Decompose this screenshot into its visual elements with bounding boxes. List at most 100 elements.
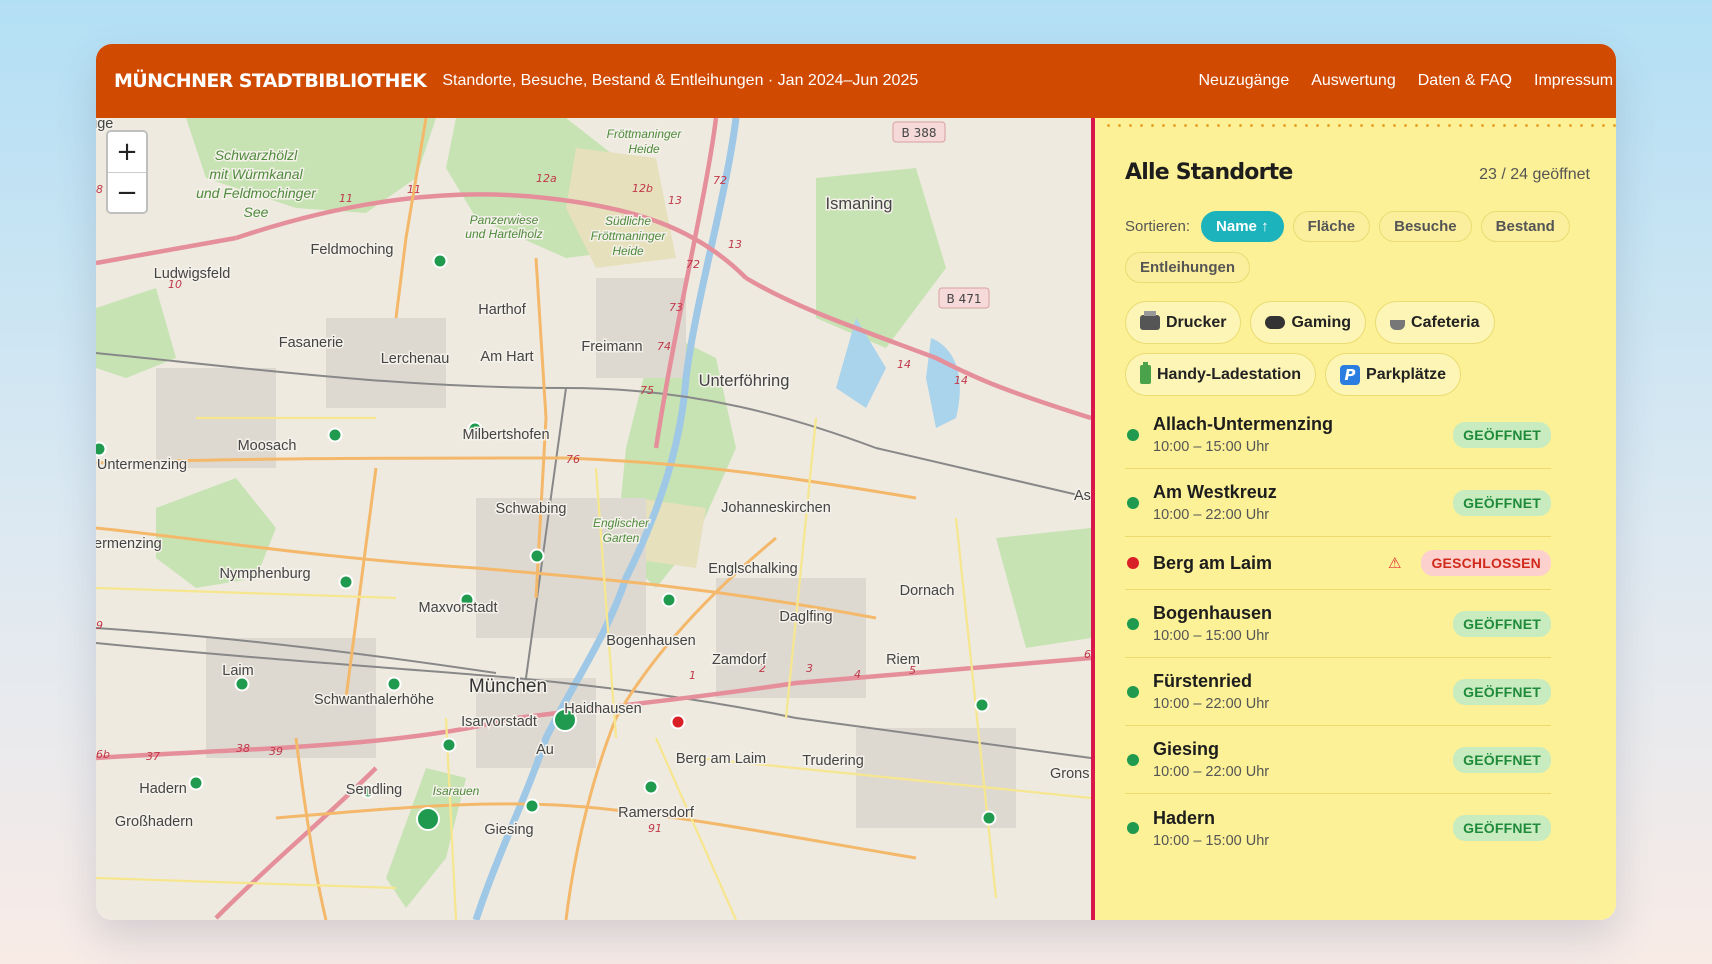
svg-text:Ramersdorf: Ramersdorf — [618, 805, 695, 821]
svg-text:Bogenhausen: Bogenhausen — [606, 633, 696, 649]
status-badge: GEÖFFNET — [1453, 746, 1551, 773]
sort-label: Sortieren: — [1125, 218, 1191, 235]
library-marker[interactable] — [327, 427, 343, 443]
svg-text:Am Hart: Am Hart — [480, 349, 533, 365]
library-marker[interactable] — [974, 697, 990, 713]
library-marker[interactable] — [529, 548, 545, 564]
panel-title: Alle Standorte — [1125, 160, 1293, 185]
location-hours: 10:00 – 22:00 Uhr — [1153, 696, 1270, 712]
zoom-in-button[interactable]: + — [108, 132, 146, 172]
svg-text:Fröttmaninger: Fröttmaninger — [607, 127, 683, 141]
svg-text:73: 73 — [669, 301, 683, 314]
svg-text:Trudering: Trudering — [802, 753, 864, 769]
location-hours: 10:00 – 15:00 Uhr — [1153, 832, 1270, 849]
svg-text:74: 74 — [657, 340, 671, 353]
nav-neuzugaenge[interactable]: Neuzugänge — [1198, 72, 1289, 90]
road-shield: B 471 — [947, 292, 982, 306]
svg-text:38: 38 — [236, 742, 250, 755]
sort-besuche-chip[interactable]: Besuche — [1379, 211, 1472, 242]
svg-text:Garten: Garten — [603, 531, 640, 545]
location-row[interactable]: Am Westkreuz 10:00 – 22:00 Uhr GEÖFFNET — [1125, 469, 1551, 537]
sort-name-chip[interactable]: Name ↑ — [1201, 211, 1284, 242]
library-marker[interactable] — [441, 737, 457, 753]
location-name: Allach-Untermenzing — [1153, 414, 1334, 434]
brand-title[interactable]: MÜNCHNER STADTBIBLIOTHEK — [114, 70, 427, 92]
nav-daten-faq[interactable]: Daten & FAQ — [1418, 72, 1512, 90]
library-marker[interactable] — [524, 798, 540, 814]
svg-text:Au: Au — [536, 742, 554, 758]
status-badge: GEÖFFNET — [1453, 421, 1551, 448]
location-row[interactable]: Hadern 10:00 – 15:00 Uhr GEÖFFNET — [1125, 794, 1551, 862]
svg-text:37: 37 — [146, 750, 160, 763]
app-window: MÜNCHNER STADTBIBLIOTHEK Standorte, Besu… — [96, 44, 1616, 920]
svg-text:mit Würmkanal: mit Würmkanal — [209, 166, 303, 182]
filter-parkplaetze[interactable]: P Parkplätze — [1325, 353, 1462, 396]
svg-text:und Feldmochinger: und Feldmochinger — [196, 185, 317, 201]
coffee-icon — [1390, 319, 1406, 330]
location-row[interactable]: Giesing 10:00 – 22:00 Uhr GEÖFFNET — [1125, 726, 1551, 794]
map-canvas[interactable]: B 388 B 471 11 11 12a 12b 13 72 72 13 73… — [96, 118, 1091, 920]
nav-auswertung[interactable]: Auswertung — [1311, 72, 1396, 90]
svg-text:Schwanthalerhöhe: Schwanthalerhöhe — [314, 692, 434, 708]
svg-text:Unterföhring: Unterföhring — [699, 372, 790, 390]
library-marker[interactable] — [432, 253, 448, 269]
svg-text:Isarvorstadt: Isarvorstadt — [461, 714, 537, 730]
svg-text:39: 39 — [269, 745, 283, 758]
svg-text:Englschalking: Englschalking — [708, 561, 797, 577]
library-marker[interactable] — [234, 676, 250, 692]
library-marker[interactable] — [661, 592, 677, 608]
location-row[interactable]: Fürstenried 10:00 – 22:00 Uhr GEÖFFNET — [1125, 658, 1551, 726]
library-marker[interactable] — [338, 574, 354, 590]
location-row[interactable]: Bogenhausen 10:00 – 15:00 Uhr GEÖFFNET — [1125, 590, 1551, 658]
status-dot — [1127, 822, 1139, 834]
svg-text:12a: 12a — [536, 172, 557, 185]
library-marker[interactable] — [981, 810, 997, 826]
location-name: Berg am Laim — [1153, 552, 1273, 573]
svg-text:13: 13 — [668, 194, 682, 207]
sort-entleihungen-chip[interactable]: Entleihungen — [1125, 252, 1250, 283]
status-badge: GEÖFFNET — [1453, 610, 1551, 637]
svg-text:Berg am Laim: Berg am Laim — [676, 751, 766, 767]
library-marker[interactable] — [386, 676, 402, 692]
battery-icon — [1140, 362, 1151, 384]
filter-label: Handy-Ladestation — [1157, 365, 1302, 383]
svg-text:8: 8 — [96, 183, 103, 196]
filter-gaming[interactable]: Gaming — [1250, 301, 1367, 344]
svg-text:Laim: Laim — [222, 663, 253, 679]
nav-impressum[interactable]: Impressum — [1534, 72, 1616, 90]
library-marker-large[interactable] — [416, 807, 440, 831]
svg-text:11: 11 — [407, 183, 421, 196]
zoom-out-button[interactable]: − — [108, 172, 146, 212]
svg-text:Fasanerie: Fasanerie — [279, 335, 343, 351]
svg-text:Riem: Riem — [886, 652, 920, 668]
location-name: Fürstenried — [1153, 671, 1253, 691]
location-row[interactable]: Berg am Laim ⚠ GESCHLOSSEN — [1125, 537, 1551, 590]
svg-text:Daglfing: Daglfing — [779, 609, 832, 625]
svg-text:Moosach: Moosach — [238, 438, 297, 454]
filter-cafeteria[interactable]: Cafeteria — [1375, 301, 1495, 344]
svg-text:1: 1 — [689, 669, 696, 682]
filter-label: Drucker — [1166, 313, 1227, 331]
library-marker[interactable] — [96, 441, 107, 457]
library-marker-closed[interactable] — [670, 714, 686, 730]
library-marker[interactable] — [643, 779, 659, 795]
svg-text:Milbertshofen: Milbertshofen — [462, 427, 549, 443]
printer-icon — [1140, 311, 1160, 330]
svg-text:Isarauen: Isarauen — [433, 784, 480, 798]
status-dot — [1127, 617, 1139, 630]
page-subtitle: Standorte, Besuche, Bestand & Entleihung… — [442, 72, 919, 89]
svg-text:Heide: Heide — [612, 244, 644, 258]
location-row[interactable]: Allach-Untermenzing 10:00 – 15:00 Uhr GEÖ… — [1125, 401, 1551, 469]
svg-text:91: 91 — [648, 822, 662, 835]
sort-bestand-chip[interactable]: Bestand — [1480, 211, 1570, 242]
library-marker[interactable] — [188, 775, 204, 791]
sort-flaeche-chip[interactable]: Fläche — [1292, 211, 1371, 242]
svg-text:6: 6 — [1084, 648, 1091, 661]
svg-text:Untermenzing: Untermenzing — [97, 457, 187, 473]
filter-handy-ladestation[interactable]: Handy-Ladestation — [1125, 353, 1317, 396]
svg-text:76: 76 — [566, 453, 580, 466]
location-hours: 10:00 – 22:00 Uhr — [1153, 764, 1270, 780]
filter-drucker[interactable]: Drucker — [1125, 301, 1242, 344]
svg-text:Lerchenau: Lerchenau — [381, 351, 450, 367]
map-view[interactable]: B 388 B 471 11 11 12a 12b 13 72 72 13 73… — [96, 118, 1091, 920]
